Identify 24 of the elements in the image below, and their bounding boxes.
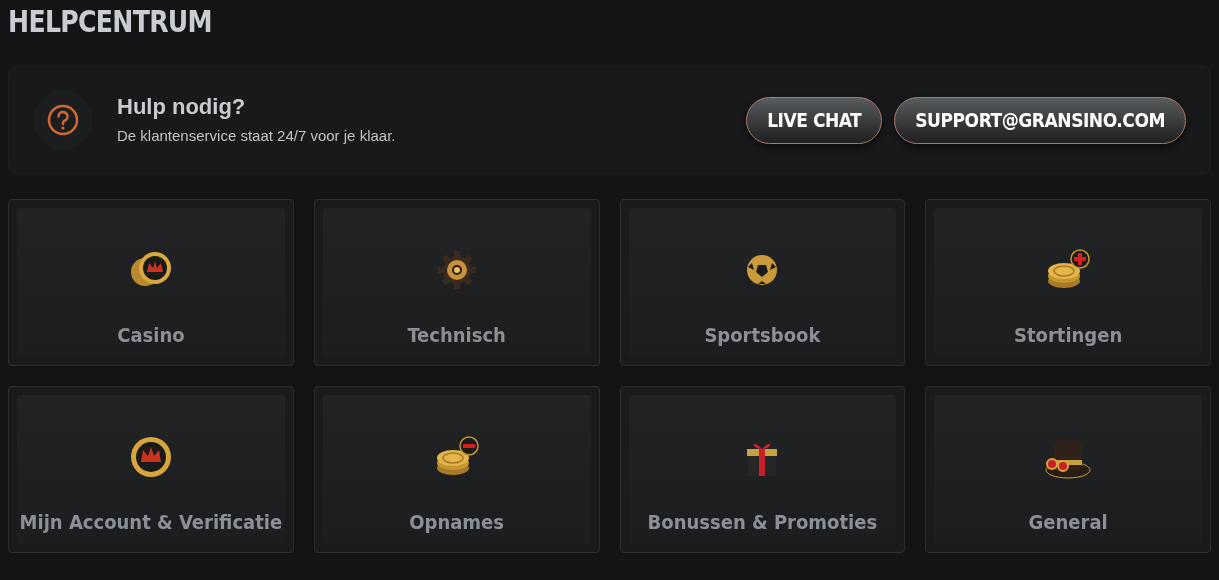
category-card[interactable]: Mijn Account & Verificatie	[8, 386, 294, 553]
category-card[interactable]: Stortingen	[925, 199, 1211, 366]
live-chat-button[interactable]: LIVE CHAT	[746, 96, 883, 144]
category-label: Casino	[117, 322, 185, 349]
category-card[interactable]: Opnames	[313, 386, 600, 553]
category-label: Mijn Account & Verificatie	[19, 509, 283, 536]
category-label: Bonussen & Promoties	[647, 509, 878, 536]
help-heading: Hulp nodig?	[117, 93, 247, 121]
category-label: General	[1028, 509, 1108, 536]
help-text: De klantenservice staat 24/7 voor je klaar.	[117, 125, 396, 146]
category-label: Sportsbook	[704, 322, 821, 349]
page-title: HELPCENTRUM	[8, 6, 212, 38]
email-button[interactable]: SUPPORT@GRANSINO.COM	[894, 96, 1186, 144]
category-label: Technisch	[407, 322, 506, 349]
category-card[interactable]: Sportsbook	[619, 199, 906, 366]
category-label: Opnames	[409, 509, 504, 536]
category-card[interactable]: General	[925, 386, 1211, 553]
category-card[interactable]: Casino	[8, 199, 294, 366]
ball-icon	[745, 253, 780, 287]
category-label: Stortingen	[1014, 322, 1123, 349]
gear-icon	[435, 249, 478, 291]
crown-coin-icon	[128, 435, 173, 479]
category-card[interactable]: Bonussen & Promoties	[619, 386, 906, 553]
category-card[interactable]: Technisch	[313, 199, 600, 366]
